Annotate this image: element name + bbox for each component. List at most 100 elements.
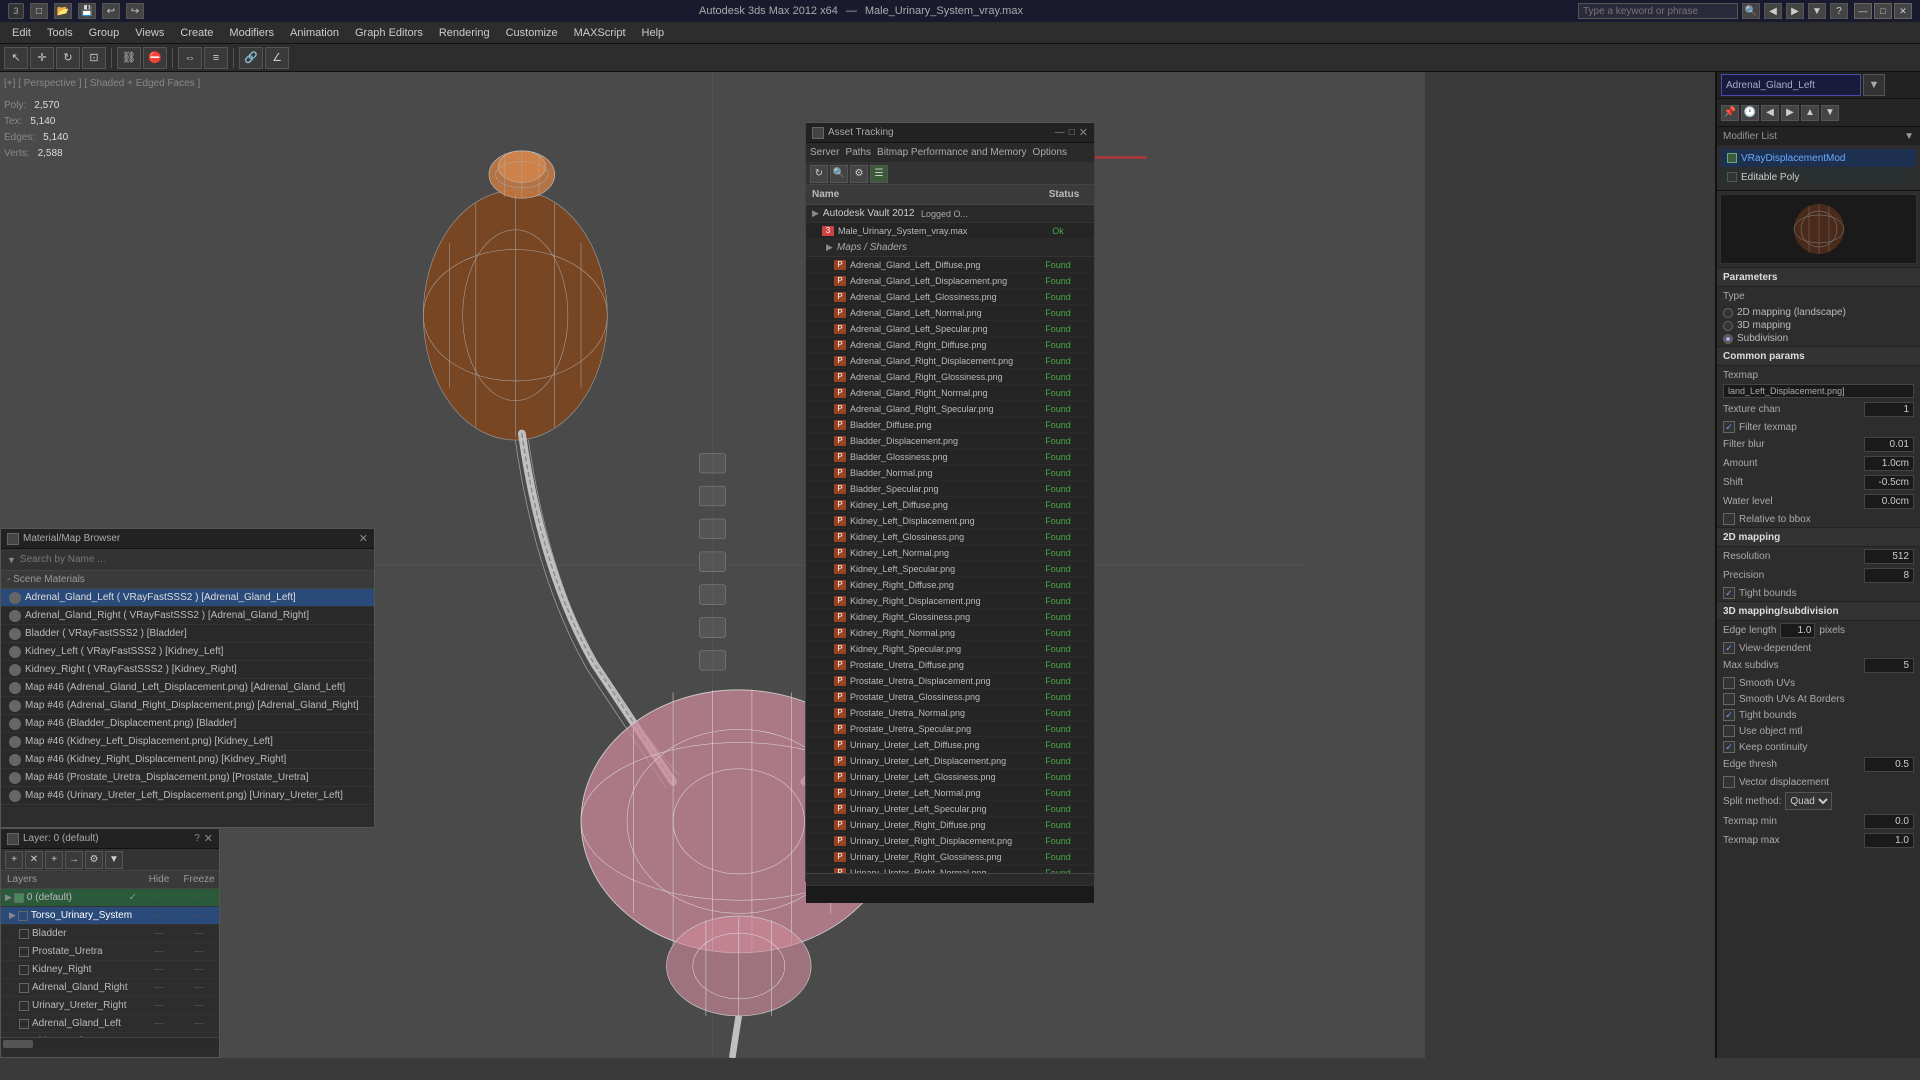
layers-hscroll[interactable] [1,1037,219,1049]
layer-freeze-toggle[interactable]: — [179,928,219,939]
tool-angle[interactable]: ∠ [265,47,289,69]
layer-freeze-toggle[interactable]: — [179,1036,219,1037]
keep-cont-check[interactable]: ✓ [1723,741,1735,753]
menu-item-create[interactable]: Create [172,25,221,41]
at-options-btn[interactable]: ⚙ [850,165,868,183]
layer-freeze-toggle[interactable]: — [179,892,219,903]
layer-vis-toggle[interactable]: — [139,1018,179,1029]
modifier-item-vray[interactable]: VRayDisplacementMod [1721,149,1916,167]
at-menu-options[interactable]: Options [1033,147,1067,158]
tool-mirror[interactable]: ⇔ [178,47,202,69]
at-list-view-btn[interactable]: ☰ [870,165,888,183]
material-list-item[interactable]: Map #46 (Urinary_Ureter_Right_Displaceme… [1,805,374,807]
layer-vis-toggle[interactable]: — [139,982,179,993]
modifier-name-dropdown[interactable]: ▼ [1863,74,1885,96]
at-file-item[interactable]: 3Male_Urinary_System_vray.maxOk [806,223,1094,239]
material-list-item[interactable]: Bladder ( VRayFastSSS2 ) [Bladder] [1,625,374,643]
tool-move[interactable]: ✛ [30,47,54,69]
at-list-item[interactable]: PUrinary_Ureter_Left_Displacement.pngFou… [806,753,1094,769]
at-list-item[interactable]: PUrinary_Ureter_Left_Specular.pngFound [806,801,1094,817]
precision-value[interactable]: 8 [1864,568,1914,583]
tb-save[interactable]: 💾 [78,3,96,19]
menu-item-tools[interactable]: Tools [39,25,81,41]
smooth-uvs-check[interactable] [1723,677,1735,689]
rel-bbox-check[interactable] [1723,513,1735,525]
at-list-item[interactable]: PProstate_Uretra_Displacement.pngFound [806,673,1094,689]
layer-item[interactable]: Adrenal_Gland_Right—— [1,979,219,997]
texmap-min-value[interactable]: 0.0 [1864,814,1914,829]
at-menu-bitmap-performance-and-memory[interactable]: Bitmap Performance and Memory [877,147,1027,158]
tool-rotate[interactable]: ↻ [56,47,80,69]
at-list-item[interactable]: PKidney_Right_Specular.pngFound [806,641,1094,657]
rp-nav-up-btn[interactable]: ▲ [1801,105,1819,121]
tool-select[interactable]: ↖ [4,47,28,69]
menu-item-rendering[interactable]: Rendering [431,25,498,41]
layer-item[interactable]: ▶ 0 (default)✓—— [1,889,219,907]
tex-chan-value[interactable]: 1 [1864,402,1914,417]
at-list-item[interactable]: PProstate_Uretra_Glossiness.pngFound [806,689,1094,705]
layer-item[interactable]: Prostate_Uretra—— [1,943,219,961]
layer-item[interactable]: ▶ Torso_Urinary_System—— [1,907,219,925]
at-refresh-btn[interactable]: ↻ [810,165,828,183]
layers-close[interactable]: ✕ [204,832,213,845]
layer-vis-toggle[interactable]: — [139,1036,179,1037]
edge-thresh-value[interactable]: 0.5 [1864,757,1914,772]
type-2d-radio[interactable]: 2D mapping (landscape) [1723,307,1914,318]
at-list-item[interactable]: PAdrenal_Gland_Right_Specular.pngFound [806,401,1094,417]
filter-texmap-check[interactable]: ✓ [1723,421,1735,433]
at-list-item[interactable]: PUrinary_Ureter_Right_Diffuse.pngFound [806,817,1094,833]
at-menu-paths[interactable]: Paths [845,147,871,158]
layer-delete-btn[interactable]: ✕ [25,851,43,869]
at-close[interactable]: ✕ [1079,126,1088,139]
material-list-item[interactable]: Kidney_Left ( VRayFastSSS2 ) [Kidney_Lef… [1,643,374,661]
rp-nav-next-btn[interactable]: ▶ [1781,105,1799,121]
at-list-item[interactable]: PUrinary_Ureter_Left_Diffuse.pngFound [806,737,1094,753]
menu-item-animation[interactable]: Animation [282,25,347,41]
material-list-item[interactable]: Map #46 (Bladder_Displacement.png) [Blad… [1,715,374,733]
menu-item-graph-editors[interactable]: Graph Editors [347,25,431,41]
layer-freeze-toggle[interactable]: — [179,910,219,921]
type-subdiv-radio[interactable]: Subdivision [1723,333,1914,344]
layer-freeze-toggle[interactable]: — [179,964,219,975]
rp-nav-down-btn[interactable]: ▼ [1821,105,1839,121]
material-list-item[interactable]: Map #46 (Kidney_Right_Displacement.png) … [1,751,374,769]
at-list-item[interactable]: PAdrenal_Gland_Left_Specular.pngFound [806,321,1094,337]
at-list-item[interactable]: PKidney_Right_Diffuse.pngFound [806,577,1094,593]
at-list-item[interactable]: PBladder_Normal.pngFound [806,465,1094,481]
layer-freeze-toggle[interactable]: — [179,1018,219,1029]
search-input[interactable] [1578,3,1738,19]
layer-freeze-toggle[interactable]: — [179,946,219,957]
tight-bounds2-check[interactable]: ✓ [1723,709,1735,721]
rp-history-btn[interactable]: 🕐 [1741,105,1759,121]
at-minimize[interactable]: — [1055,127,1065,138]
material-list-item[interactable]: Map #46 (Adrenal_Gland_Left_Displacement… [1,679,374,697]
at-list-item[interactable]: PAdrenal_Gland_Left_Glossiness.pngFound [806,289,1094,305]
layer-item[interactable]: Adrenal_Gland_Left—— [1,1015,219,1033]
layer-expand-btn[interactable]: ▼ [105,851,123,869]
split-method-select[interactable]: Quad [1785,792,1832,810]
at-list-item[interactable]: PAdrenal_Gland_Right_Diffuse.pngFound [806,337,1094,353]
at-list-item[interactable]: PUrinary_Ureter_Left_Normal.pngFound [806,785,1094,801]
layer-settings-btn[interactable]: ⚙ [85,851,103,869]
at-find-btn[interactable]: 🔍 [830,165,848,183]
menu-item-customize[interactable]: Customize [498,25,566,41]
at-list-item[interactable]: PAdrenal_Gland_Left_Diffuse.pngFound [806,257,1094,273]
at-list-item[interactable]: PProstate_Uretra_Diffuse.pngFound [806,657,1094,673]
at-list-item[interactable]: PKidney_Right_Normal.pngFound [806,625,1094,641]
layer-item[interactable]: Kidney_Left—— [1,1033,219,1037]
resolution-value[interactable]: 512 [1864,549,1914,564]
shift-value[interactable]: -0.5cm [1864,475,1914,490]
tb-undo[interactable]: ↩ [102,3,120,19]
at-list-item[interactable]: PUrinary_Ureter_Right_Normal.pngFound [806,865,1094,873]
rp-nav-prev-btn[interactable]: ◀ [1761,105,1779,121]
at-hscroll[interactable] [806,873,1094,885]
use-obj-mtl-check[interactable] [1723,725,1735,737]
material-list-item[interactable]: Map #46 (Adrenal_Gland_Right_Displacemen… [1,697,374,715]
at-list-item[interactable]: PAdrenal_Gland_Left_Normal.pngFound [806,305,1094,321]
search-next-icon[interactable]: ▶ [1786,3,1804,19]
at-group-item[interactable]: ▶Autodesk Vault 2012Logged O... [806,205,1094,223]
at-menu-server[interactable]: Server [810,147,839,158]
menu-item-help[interactable]: Help [634,25,673,41]
at-list-item[interactable]: PUrinary_Ureter_Right_Displacement.pngFo… [806,833,1094,849]
tool-unlink[interactable]: ⛔ [143,47,167,69]
